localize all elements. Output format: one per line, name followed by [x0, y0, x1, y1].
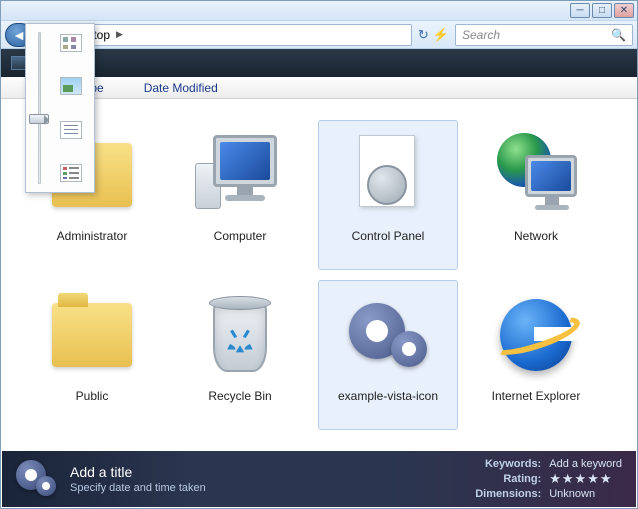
dropdown-icon[interactable]: ⚡: [433, 27, 449, 43]
rating-stars[interactable]: ★★★★★: [549, 471, 622, 487]
column-headers: e Type Date Modified: [1, 77, 637, 99]
item-label: Computer: [214, 229, 267, 243]
view-size-popup: [25, 23, 95, 193]
network-icon: [488, 127, 584, 223]
item-network[interactable]: Network: [466, 120, 606, 270]
refresh-area: ↻ ⚡: [412, 27, 455, 43]
command-bar: N: [1, 49, 637, 77]
keywords-value[interactable]: Add a keyword: [549, 458, 622, 470]
view-size-presets: [54, 32, 88, 184]
maximize-button[interactable]: □: [592, 3, 612, 18]
column-date-modified[interactable]: Date Modified: [144, 81, 218, 95]
titlebar: ─ □ ✕: [1, 1, 637, 21]
item-label: Network: [514, 229, 558, 243]
search-icon: 🔍: [611, 28, 626, 42]
folder-icon: [44, 287, 140, 383]
rating-label: Rating:: [475, 473, 541, 485]
ie-icon: [488, 287, 584, 383]
item-control-panel[interactable]: Control Panel: [318, 120, 458, 270]
dimensions-label: Dimensions:: [475, 488, 541, 500]
breadcrumb-chevron-icon[interactable]: ▶: [116, 29, 123, 40]
item-label: Recycle Bin: [208, 389, 271, 403]
view-size-slider[interactable]: [32, 32, 46, 184]
search-placeholder: Search: [462, 28, 500, 42]
item-label: example-vista-icon: [338, 389, 438, 403]
items-view: Administrator Computer Control Panel Net…: [2, 100, 636, 450]
keywords-label: Keywords:: [475, 458, 541, 470]
control-panel-icon: [340, 127, 436, 223]
item-label: Control Panel: [352, 229, 425, 243]
details-metadata: Keywords: Add a keyword Rating: ★★★★★ Di…: [475, 458, 622, 500]
item-label: Public: [76, 389, 109, 403]
back-arrow-icon: ◄: [12, 27, 26, 43]
item-example-vista-icon[interactable]: example-vista-icon: [318, 280, 458, 430]
computer-icon: [192, 127, 288, 223]
view-details-icon[interactable]: [60, 164, 82, 182]
item-public[interactable]: Public: [22, 280, 162, 430]
window-controls: ─ □ ✕: [570, 3, 634, 18]
details-title[interactable]: Add a title: [70, 464, 206, 480]
item-label: Internet Explorer: [492, 389, 581, 403]
details-pane: Add a title Specify date and time taken …: [2, 451, 636, 507]
search-input[interactable]: Search 🔍: [455, 24, 633, 46]
view-list-icon[interactable]: [60, 121, 82, 139]
item-recycle-bin[interactable]: Recycle Bin: [170, 280, 310, 430]
details-subtitle[interactable]: Specify date and time taken: [70, 482, 206, 494]
view-extra-large-icon[interactable]: [60, 34, 82, 52]
recycle-bin-icon: [192, 287, 288, 383]
close-button[interactable]: ✕: [614, 3, 634, 18]
item-computer[interactable]: Computer: [170, 120, 310, 270]
dimensions-value: Unknown: [549, 488, 622, 500]
gears-icon: [340, 287, 436, 383]
view-large-icon[interactable]: [60, 77, 82, 95]
explorer-window: ─ □ ✕ ◄ Desktop ▶ ↻ ⚡ Search 🔍 N e Type …: [0, 0, 638, 509]
refresh-icon[interactable]: ↻: [418, 27, 429, 43]
item-label: Administrator: [57, 229, 128, 243]
minimize-button[interactable]: ─: [570, 3, 590, 18]
details-thumbnail-gears-icon: [16, 458, 58, 500]
item-internet-explorer[interactable]: Internet Explorer: [466, 280, 606, 430]
address-bar: ◄ Desktop ▶ ↻ ⚡ Search 🔍: [1, 21, 637, 49]
slider-thumb[interactable]: [29, 114, 49, 124]
